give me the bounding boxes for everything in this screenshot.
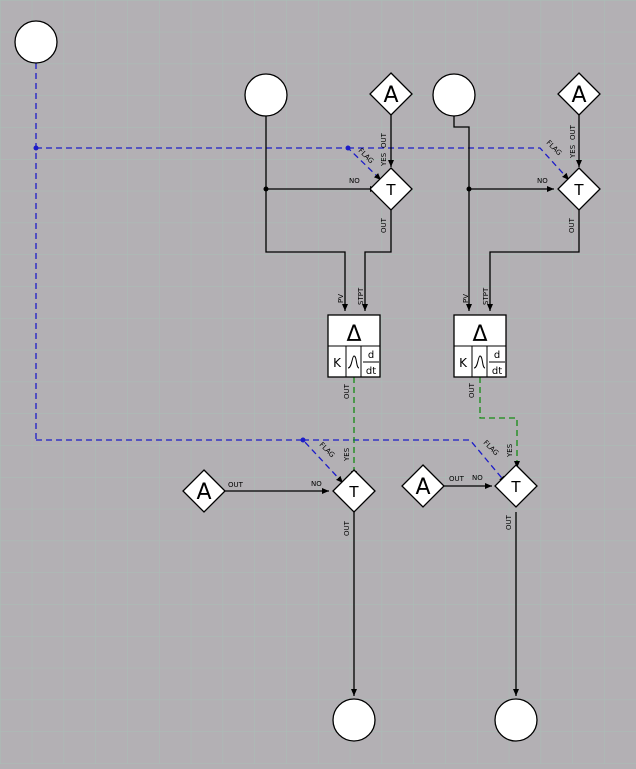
pid-gain-symbol: K	[333, 356, 342, 370]
pin-label-out: OUT	[343, 383, 351, 399]
output-terminal-circle[interactable]	[332, 698, 376, 742]
flag-junction-dot	[300, 437, 306, 443]
flag-junction-dot	[345, 145, 351, 151]
pin-label-out: OUT	[569, 124, 577, 140]
pin-label-out: OUT	[449, 475, 465, 483]
analog-block-label: A	[196, 480, 211, 505]
pid-delta-symbol: Δ	[472, 322, 487, 347]
junction-dot	[263, 186, 269, 192]
input-terminal-circle[interactable]	[244, 73, 288, 117]
pin-label-no: NO	[349, 177, 360, 185]
pin-label-stpt: STPT	[482, 287, 490, 305]
logic-diagram-canvas[interactable]: A A A A T T T T Δ K d dt Δ K d dt OUT YE…	[0, 0, 636, 764]
pin-label-pv: PV	[337, 294, 345, 303]
transfer-block-label: T	[510, 478, 521, 496]
transfer-block-label: T	[573, 181, 584, 199]
analog-block-label: A	[383, 83, 398, 108]
input-terminal-circle[interactable]	[432, 73, 476, 117]
pid-block[interactable]: Δ K d dt	[327, 314, 381, 378]
output-terminal-circle[interactable]	[494, 698, 538, 742]
pid-derivative-den: dt	[366, 366, 376, 377]
pid-gain-symbol: K	[459, 356, 468, 370]
pid-delta-symbol: Δ	[346, 322, 361, 347]
analog-block-label: A	[415, 475, 430, 500]
flag-junction-dot	[33, 145, 39, 151]
pin-label-pv: PV	[462, 294, 470, 303]
pin-label-yes: YES	[569, 144, 577, 159]
transfer-block-label: T	[348, 483, 359, 501]
pin-label-out: OUT	[468, 382, 476, 398]
junction-dot	[466, 186, 472, 192]
grid-background	[0, 0, 636, 764]
pin-label-yes: YES	[380, 152, 388, 167]
pid-derivative-num: d	[494, 350, 500, 361]
pin-label-out: OUT	[505, 514, 513, 530]
pin-label-yes: YES	[506, 443, 514, 458]
transfer-block-label: T	[385, 181, 396, 199]
pid-derivative-den: dt	[492, 366, 502, 377]
pin-label-out: OUT	[380, 217, 388, 233]
pid-derivative-num: d	[368, 350, 374, 361]
diagram-svg: A A A A T T T T Δ K d dt Δ K d dt OUT YE…	[0, 0, 636, 764]
pin-label-out: OUT	[380, 132, 388, 148]
pin-label-stpt: STPT	[357, 287, 365, 305]
pin-label-out: OUT	[343, 520, 351, 536]
analog-block-label: A	[571, 83, 586, 108]
pin-label-out: OUT	[568, 217, 576, 233]
pin-label-no: NO	[311, 480, 322, 488]
input-terminal-circle[interactable]	[14, 20, 58, 64]
pid-block[interactable]: Δ K d dt	[453, 314, 507, 378]
pin-label-yes: YES	[343, 447, 351, 462]
pin-label-out: OUT	[228, 481, 244, 489]
pin-label-no: NO	[472, 474, 483, 482]
pin-label-no: NO	[537, 177, 548, 185]
